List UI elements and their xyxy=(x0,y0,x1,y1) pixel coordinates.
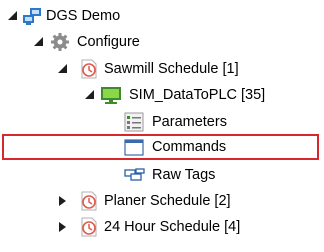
parameters-icon xyxy=(124,112,144,132)
expanded-arrow-icon[interactable] xyxy=(57,63,69,75)
collapsed-arrow-icon[interactable] xyxy=(57,221,69,233)
tree-node-label: Raw Tags xyxy=(152,167,216,183)
tree-node-label: Sawmill Schedule [1] xyxy=(104,61,239,77)
tree-node-parameters[interactable]: Parameters xyxy=(0,109,324,135)
tree-node-dgs-demo[interactable]: DGS Demo xyxy=(0,3,324,29)
clock-schedule-icon xyxy=(79,59,99,79)
tree-node-configure[interactable]: Configure xyxy=(0,29,324,55)
tree-node-label: 24 Hour Schedule [4] xyxy=(104,219,241,235)
expanded-arrow-icon[interactable] xyxy=(7,10,19,22)
gear-icon xyxy=(50,32,70,52)
tree-node-label: Commands xyxy=(152,139,227,155)
tree-node-sawmill-schedule[interactable]: Sawmill Schedule [1] xyxy=(0,56,324,82)
network-computers-icon xyxy=(22,6,42,26)
expanded-arrow-icon[interactable] xyxy=(84,89,96,101)
expanded-arrow-icon[interactable] xyxy=(33,36,45,48)
tree-node-label: Parameters xyxy=(152,114,227,130)
collapsed-arrow-icon[interactable] xyxy=(57,195,69,207)
monitor-icon xyxy=(100,85,121,105)
tree-node-raw-tags[interactable]: Raw Tags xyxy=(0,162,324,188)
tree-node-commands[interactable]: Commands xyxy=(0,134,324,160)
tree-node-label: SIM_DataToPLC [35] xyxy=(129,87,266,103)
clock-schedule-icon xyxy=(79,217,99,237)
tree-node-planer-schedule[interactable]: Planer Schedule [2] xyxy=(0,188,324,214)
tags-icon xyxy=(124,165,145,185)
tree-node-label: Planer Schedule [2] xyxy=(104,193,231,209)
tree-node-sim-datatoplc[interactable]: SIM_DataToPLC [35] xyxy=(0,82,324,108)
window-icon xyxy=(124,137,144,157)
tree-node-label: Configure xyxy=(77,34,140,50)
tree-node-label: DGS Demo xyxy=(46,8,121,24)
tree-node-24-hour-schedule[interactable]: 24 Hour Schedule [4] xyxy=(0,214,324,240)
clock-schedule-icon xyxy=(79,191,99,211)
